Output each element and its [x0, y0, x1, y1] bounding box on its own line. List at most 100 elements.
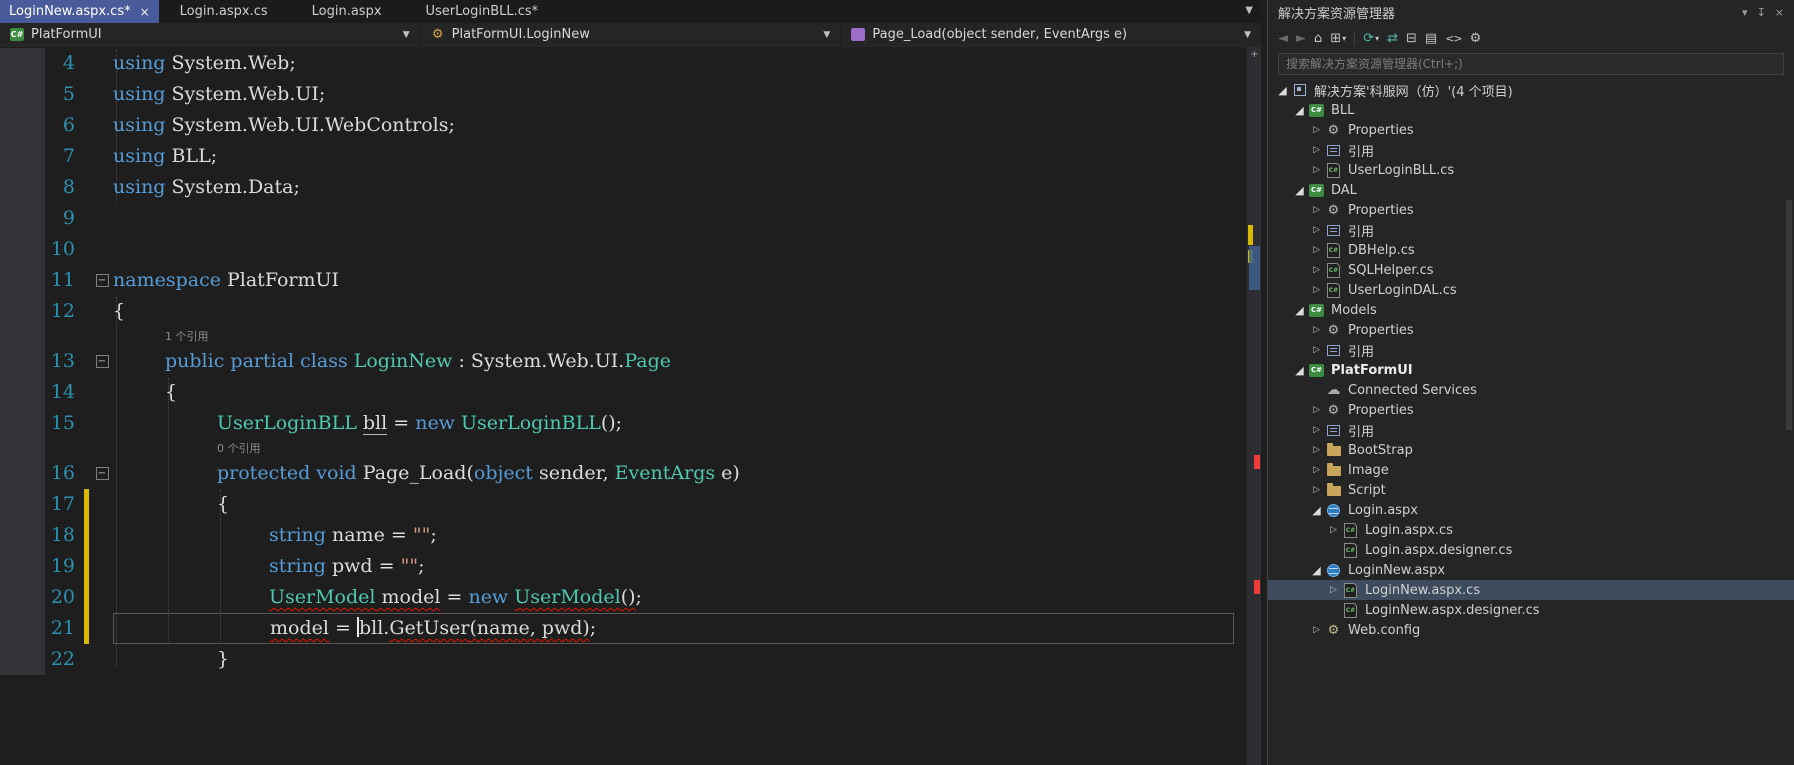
expand-arrow-icon[interactable]: ▷ [1308, 165, 1325, 175]
tree-item-web-config[interactable]: ▷ ⚙ Web.config [1268, 620, 1794, 640]
tab-userloginbll-cs[interactable]: UserLoginBLL.cs* [417, 0, 548, 23]
tree-item-item[interactable]: ▷ 引用 [1268, 340, 1794, 360]
tree-scrollbar[interactable] [1785, 80, 1793, 765]
codelens-references-link[interactable]: 1 个引用 [113, 327, 1234, 346]
tree-item-4[interactable]: ◢ 解决方案'科服网（仿）'(4 个项目) [1268, 80, 1794, 100]
sync-with-active-document-icon[interactable]: ⇄ [1387, 32, 1398, 45]
collapse-arrow-icon[interactable]: ◢ [1291, 184, 1308, 197]
scrollbar-split-handle-icon[interactable]: + [1247, 48, 1262, 62]
expand-arrow-icon[interactable]: ▷ [1308, 325, 1325, 335]
chevron-down-icon[interactable]: ▾ [1742, 6, 1748, 19]
tab-login-aspx-cs[interactable]: Login.aspx.cs [171, 0, 277, 23]
forward-icon[interactable]: ► [1296, 32, 1306, 45]
expand-arrow-icon[interactable]: ▷ [1308, 345, 1325, 355]
breakpoint-margin[interactable] [0, 408, 45, 439]
refresh-icon[interactable]: ⟳ ▾ [1363, 32, 1379, 45]
breakpoint-margin[interactable] [0, 141, 45, 172]
expand-arrow-icon[interactable]: ▷ [1308, 245, 1325, 255]
breakpoint-margin[interactable] [0, 458, 45, 489]
switch-views-icon[interactable]: ⊞ ▾ [1330, 32, 1346, 45]
back-icon[interactable]: ◄ [1278, 32, 1288, 45]
breakpoint-margin[interactable] [0, 439, 45, 458]
close-icon[interactable]: × [1775, 6, 1784, 19]
tab-login-aspx[interactable]: Login.aspx [303, 0, 391, 23]
tab-list-chevron-icon[interactable]: ▼ [1245, 5, 1253, 16]
editor-scrollbar[interactable]: + [1246, 47, 1261, 765]
breakpoint-margin[interactable] [0, 265, 45, 296]
breakpoint-margin[interactable] [0, 613, 45, 644]
breakpoint-margin[interactable] [0, 79, 45, 110]
collapse-arrow-icon[interactable]: ◢ [1291, 364, 1308, 377]
tree-item-properties[interactable]: ▷ ⚙ Properties [1268, 120, 1794, 140]
collapse-arrow-icon[interactable]: ◢ [1291, 104, 1308, 117]
expand-arrow-icon[interactable]: ▷ [1308, 445, 1325, 455]
collapse-arrow-icon[interactable]: ◢ [1308, 564, 1325, 577]
tree-item-dbhelp-cs[interactable]: ▷ C# DBHelp.cs [1268, 240, 1794, 260]
breakpoint-margin[interactable] [0, 110, 45, 141]
breakpoint-margin[interactable] [0, 644, 45, 675]
collapse-arrow-icon[interactable]: ◢ [1291, 304, 1308, 317]
expand-arrow-icon[interactable]: ▷ [1308, 125, 1325, 135]
scrollbar-thumb[interactable] [1249, 246, 1260, 290]
tree-item-userloginbll-cs[interactable]: ▷ C# UserLoginBLL.cs [1268, 160, 1794, 180]
breakpoint-margin[interactable] [0, 296, 45, 327]
tree-item-loginnew-aspx-cs[interactable]: ▷ C# LoginNew.aspx.cs [1268, 580, 1794, 600]
collapse-region-icon[interactable]: − [95, 467, 109, 480]
breadcrumb-project-dropdown[interactable]: C# PlatFormUI ▼ [0, 23, 421, 46]
tree-item-script[interactable]: ▷ Script [1268, 480, 1794, 500]
tree-scrollbar-thumb[interactable] [1786, 200, 1792, 430]
expand-arrow-icon[interactable]: ▷ [1308, 425, 1325, 435]
expand-arrow-icon[interactable]: ▷ [1308, 625, 1325, 635]
tree-item-dal[interactable]: ◢ C# DAL [1268, 180, 1794, 200]
properties-icon[interactable]: ⚙ [1470, 32, 1482, 45]
tree-item-item[interactable]: ▷ 引用 [1268, 140, 1794, 160]
breakpoint-margin[interactable] [0, 172, 45, 203]
collapse-arrow-icon[interactable]: ◢ [1308, 504, 1325, 517]
tree-item-userlogindal-cs[interactable]: ▷ C# UserLoginDAL.cs [1268, 280, 1794, 300]
codelens-references-link[interactable]: 0 个引用 [113, 439, 1234, 458]
collapse-arrow-icon[interactable]: ◢ [1274, 84, 1291, 97]
tree-item-login-aspx-designer-cs[interactable]: C# Login.aspx.designer.cs [1268, 540, 1794, 560]
breakpoint-margin[interactable] [0, 203, 45, 234]
breakpoint-margin[interactable] [0, 346, 45, 377]
search-input[interactable] [1278, 53, 1784, 75]
breakpoint-margin[interactable] [0, 377, 45, 408]
tree-item-bootstrap[interactable]: ▷ BootStrap [1268, 440, 1794, 460]
breakpoint-margin[interactable] [0, 489, 45, 520]
breakpoint-margin[interactable] [0, 234, 45, 265]
expand-arrow-icon[interactable]: ▷ [1308, 145, 1325, 155]
tree-item-models[interactable]: ◢ C# Models [1268, 300, 1794, 320]
expand-arrow-icon[interactable]: ▷ [1308, 465, 1325, 475]
tree-item-properties[interactable]: ▷ ⚙ Properties [1268, 200, 1794, 220]
tree-item-properties[interactable]: ▷ ⚙ Properties [1268, 400, 1794, 420]
tree-item-connected-services[interactable]: ☁ Connected Services [1268, 380, 1794, 400]
tree-item-properties[interactable]: ▷ ⚙ Properties [1268, 320, 1794, 340]
breakpoint-margin[interactable] [0, 48, 45, 79]
tab-loginnew-aspx-cs[interactable]: LoginNew.aspx.cs* × [0, 0, 159, 23]
collapse-region-icon[interactable]: − [95, 274, 109, 287]
expand-arrow-icon[interactable]: ▷ [1308, 485, 1325, 495]
code-editor[interactable]: 4 using System.Web; 5 using System.Web.UI; 6… [0, 47, 1246, 765]
breakpoint-margin[interactable] [0, 551, 45, 582]
home-icon[interactable]: ⌂ [1314, 32, 1322, 45]
expand-arrow-icon[interactable]: ▷ [1308, 285, 1325, 295]
tree-item-bll[interactable]: ◢ C# BLL [1268, 100, 1794, 120]
show-all-files-icon[interactable]: ▤ [1425, 32, 1437, 45]
breakpoint-margin[interactable] [0, 520, 45, 551]
tree-item-image[interactable]: ▷ Image [1268, 460, 1794, 480]
expand-arrow-icon[interactable]: ▷ [1308, 265, 1325, 275]
breakpoint-margin[interactable] [0, 327, 45, 346]
breadcrumb-class-dropdown[interactable]: ⚙ PlatFormUI.LoginNew ▼ [421, 23, 842, 46]
tree-item-item[interactable]: ▷ 引用 [1268, 420, 1794, 440]
code-view-icon[interactable]: <> [1445, 33, 1462, 44]
expand-arrow-icon[interactable]: ▷ [1308, 205, 1325, 215]
tree-item-item[interactable]: ▷ 引用 [1268, 220, 1794, 240]
tree-item-loginnew-aspx-designer-cs[interactable]: C# LoginNew.aspx.designer.cs [1268, 600, 1794, 620]
expand-arrow-icon[interactable]: ▷ [1308, 225, 1325, 235]
expand-arrow-icon[interactable]: ▷ [1308, 405, 1325, 415]
collapse-region-icon[interactable]: − [95, 355, 109, 368]
breadcrumb-method-dropdown[interactable]: Page_Load(object sender, EventArgs e) ▼ [841, 23, 1261, 46]
expand-arrow-icon[interactable]: ▷ [1325, 525, 1342, 535]
close-icon[interactable]: × [140, 6, 150, 18]
collapse-all-icon[interactable]: ⊟ [1406, 32, 1417, 45]
